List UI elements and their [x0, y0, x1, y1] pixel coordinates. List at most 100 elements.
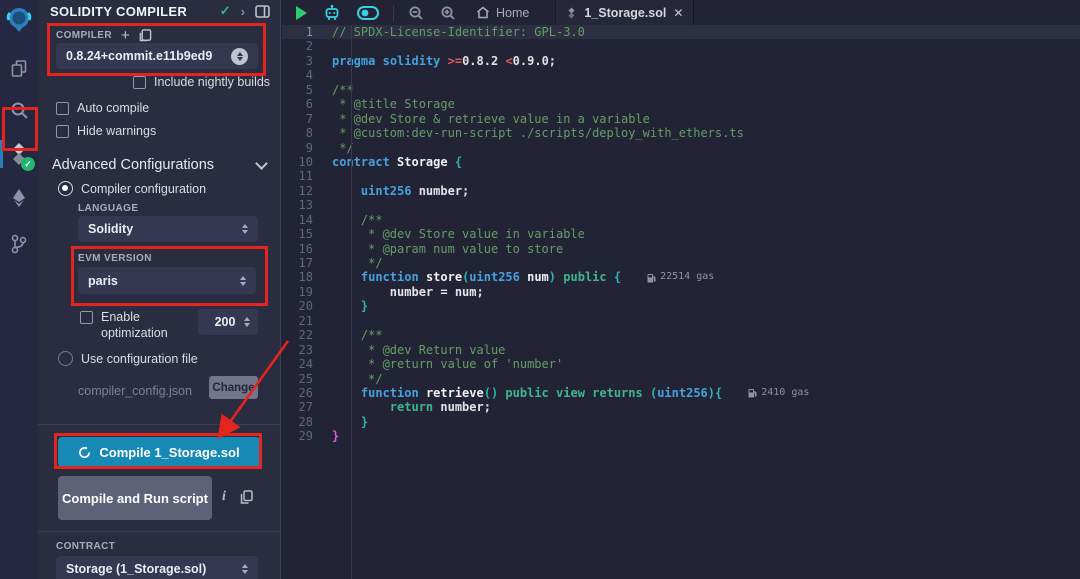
search-icon[interactable]	[0, 90, 38, 130]
auto-compile-checkbox[interactable]	[56, 102, 69, 115]
code-lines: 1// SPDX-License-Identifier: GPL-3.023pr…	[282, 25, 1080, 444]
code-line-16[interactable]: 16 * @param num value to store	[282, 242, 1080, 256]
line-number: 17	[282, 256, 332, 270]
code-line-25[interactable]: 25 */	[282, 372, 1080, 386]
include-nightly-checkbox[interactable]	[133, 76, 146, 89]
code-line-19[interactable]: 19 number = num;	[282, 285, 1080, 299]
code-line-4[interactable]: 4	[282, 68, 1080, 82]
version-spinner-icon[interactable]	[231, 48, 248, 65]
enable-optimization-label: Enable optimization	[101, 309, 189, 341]
code-line-27[interactable]: 27 return number;	[282, 400, 1080, 414]
panel-layout-icon[interactable]	[255, 5, 270, 18]
tab-1-storage-sol[interactable]: 1_Storage.sol ✕	[555, 0, 694, 25]
code-line-17[interactable]: 17 */	[282, 256, 1080, 270]
remix-logo-icon	[5, 6, 33, 34]
code-line-11[interactable]: 11	[282, 169, 1080, 183]
line-number: 9	[282, 141, 332, 155]
remix-logo-icon[interactable]	[0, 0, 38, 40]
code-line-28[interactable]: 28 }	[282, 415, 1080, 429]
close-tab-icon[interactable]: ✕	[673, 6, 683, 20]
divider	[38, 531, 280, 532]
code-line-12[interactable]: 12 uint256 number;	[282, 184, 1080, 198]
language-value: Solidity	[88, 222, 242, 236]
run-script-play-icon[interactable]	[282, 6, 315, 20]
code-line-29[interactable]: 29}	[282, 429, 1080, 443]
info-icon[interactable]: i	[222, 489, 226, 505]
chevron-down-icon	[255, 157, 268, 170]
code-line-8[interactable]: 8 * @custom:dev-run-script ./scripts/dep…	[282, 126, 1080, 140]
compiler-version-select[interactable]: 0.8.24+commit.e11b9ed9	[56, 43, 258, 69]
file-explorer-icon[interactable]	[0, 48, 38, 88]
code-line-24[interactable]: 24 * @return value of 'number'	[282, 357, 1080, 371]
code-line-1[interactable]: 1// SPDX-License-Identifier: GPL-3.0	[282, 25, 1080, 39]
copy-compiler-config-icon[interactable]	[139, 29, 152, 42]
contract-select[interactable]: Storage (1_Storage.sol)	[56, 556, 258, 579]
editor-tabbar: Home 1_Storage.sol ✕	[282, 0, 1080, 25]
advanced-configurations-header[interactable]: Advanced Configurations	[52, 157, 266, 173]
optimization-runs-input[interactable]: 200	[198, 309, 258, 335]
code-line-22[interactable]: 22 /**	[282, 328, 1080, 342]
code-line-26[interactable]: 26 function retrieve() public view retur…	[282, 386, 1080, 400]
code-line-2[interactable]: 2	[282, 39, 1080, 53]
line-number: 1	[282, 25, 332, 39]
line-number: 24	[282, 357, 332, 371]
tab-file-label: 1_Storage.sol	[584, 6, 666, 20]
solidity-compiler-panel: SOLIDITY COMPILER ✓ › COMPILER + 0.8.24+…	[38, 0, 281, 579]
copy-icon[interactable]	[240, 490, 253, 504]
line-number: 16	[282, 242, 332, 256]
ai-assistant-robot-icon[interactable]	[315, 4, 349, 22]
code-line-6[interactable]: 6 * @title Storage	[282, 97, 1080, 111]
code-line-3[interactable]: 3pragma solidity >=0.8.2 <0.9.0;	[282, 54, 1080, 68]
line-number: 5	[282, 83, 332, 97]
use-configuration-file-radio[interactable]	[58, 351, 73, 366]
ai-toggle-icon[interactable]	[349, 6, 387, 20]
compile-and-run-button[interactable]: Compile and Run script	[58, 476, 212, 520]
compiler-configuration-radio[interactable]	[58, 181, 73, 196]
compiler-version-value: 0.8.24+commit.e11b9ed9	[66, 49, 231, 63]
chevron-right-icon[interactable]: ›	[241, 4, 245, 19]
line-number: 27	[282, 400, 332, 414]
gas-estimate-badge: 2410 gas	[748, 386, 809, 400]
advanced-configurations-label: Advanced Configurations	[52, 157, 214, 173]
add-compiler-icon[interactable]: +	[121, 30, 130, 42]
code-line-10[interactable]: 10contract Storage {	[282, 155, 1080, 169]
optimization-runs-value: 200	[206, 315, 244, 329]
line-number: 3	[282, 54, 332, 68]
tab-home[interactable]: Home	[464, 6, 541, 20]
code-line-7[interactable]: 7 * @dev Store & retrieve value in a var…	[282, 112, 1080, 126]
code-line-5[interactable]: 5/**	[282, 83, 1080, 97]
git-icon[interactable]	[0, 224, 38, 264]
compiler-configuration-label: Compiler configuration	[81, 182, 206, 196]
line-number: 22	[282, 328, 332, 342]
zoom-in-icon[interactable]	[432, 5, 464, 21]
solidity-compiler-icon[interactable]: ✓	[0, 134, 38, 174]
line-number: 28	[282, 415, 332, 429]
compiler-section-label: COMPILER	[56, 30, 112, 41]
language-select[interactable]: Solidity	[78, 216, 258, 242]
code-line-23[interactable]: 23 * @dev Return value	[282, 343, 1080, 357]
code-line-14[interactable]: 14 /**	[282, 213, 1080, 227]
code-line-15[interactable]: 15 * @dev Store value in variable	[282, 227, 1080, 241]
line-number: 20	[282, 299, 332, 313]
code-line-20[interactable]: 20 }	[282, 299, 1080, 313]
line-number: 21	[282, 314, 332, 328]
code-editor[interactable]: 1// SPDX-License-Identifier: GPL-3.023pr…	[282, 25, 1080, 579]
evm-version-label: EVM VERSION	[78, 253, 152, 264]
code-line-9[interactable]: 9 */	[282, 141, 1080, 155]
line-number: 15	[282, 227, 332, 241]
code-line-13[interactable]: 13	[282, 198, 1080, 212]
gutter-separator	[351, 25, 352, 579]
evm-version-select[interactable]: paris	[78, 267, 256, 294]
hide-warnings-checkbox[interactable]	[56, 125, 69, 138]
code-line-21[interactable]: 21	[282, 314, 1080, 328]
compile-button[interactable]: Compile 1_Storage.sol	[58, 437, 260, 467]
auto-compile-label: Auto compile	[77, 101, 149, 115]
line-number: 4	[282, 68, 332, 82]
deploy-and-run-icon[interactable]	[0, 178, 38, 218]
code-line-18[interactable]: 18 function store(uint256 num) public {2…	[282, 270, 1080, 284]
evm-version-value: paris	[88, 274, 240, 288]
enable-optimization-checkbox[interactable]	[80, 311, 93, 324]
change-config-button[interactable]: Change	[209, 376, 258, 399]
compiled-check-icon: ✓	[220, 3, 231, 19]
zoom-out-icon[interactable]	[400, 5, 432, 21]
